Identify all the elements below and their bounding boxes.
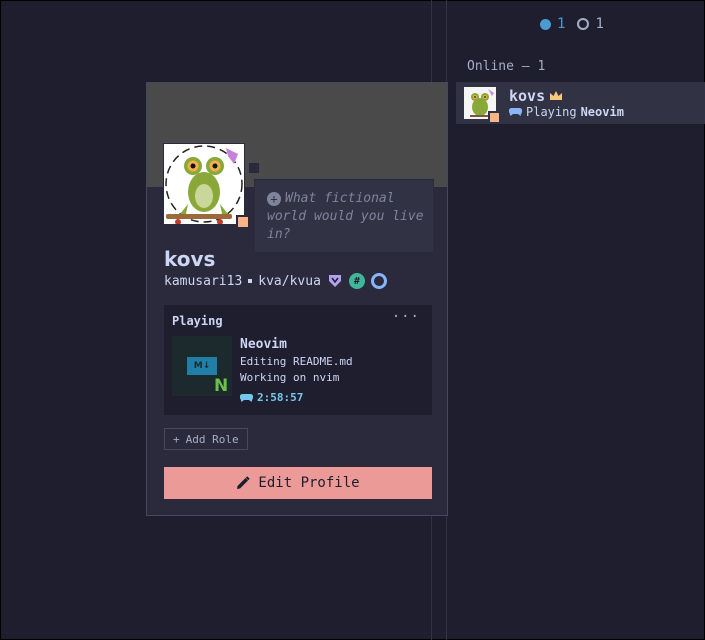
markdown-icon: M↓: [187, 357, 217, 375]
member-list-item[interactable]: kovs Playing Neovim: [456, 82, 705, 124]
activity-details-line: Editing README.md: [240, 355, 353, 368]
username-line: kamusari13 kva/kvua #: [164, 273, 387, 289]
add-role-label: Add Role: [185, 432, 239, 446]
custom-status-placeholder: What fictional world would you live in?: [267, 191, 424, 242]
total-count-value: 1: [595, 16, 604, 32]
gamepad-icon: [509, 107, 522, 116]
pencil-icon: [237, 476, 251, 489]
elapsed-time: 2:58:57: [257, 391, 304, 404]
activity-name: Neovim: [240, 337, 287, 352]
pronouns: kva/kvua: [258, 273, 321, 289]
more-options-icon[interactable]: ···: [392, 309, 420, 325]
custom-status-bubble[interactable]: + What fictional world would you live in?: [254, 179, 434, 253]
neovim-icon: N: [214, 376, 229, 396]
idle-status-indicator: [236, 215, 250, 229]
profile-avatar-frame: [163, 143, 250, 229]
online-count-value: 1: [557, 16, 566, 32]
separator-dot: [248, 279, 253, 283]
edit-profile-label: Edit Profile: [258, 475, 360, 491]
hypesquad-badge-icon[interactable]: [327, 273, 343, 289]
edit-profile-button[interactable]: Edit Profile: [164, 467, 432, 499]
activity-state-line: Working on nvim: [240, 371, 340, 384]
online-dot-icon: [540, 18, 551, 30]
total-count: 1: [577, 16, 604, 32]
add-status-icon: +: [267, 192, 281, 206]
frog-avatar-icon: [164, 144, 244, 224]
custom-status-prompt: + What fictional world would you live in?: [267, 190, 427, 244]
avatar[interactable]: [164, 144, 244, 224]
member-name: kovs: [509, 87, 563, 105]
activity-prefix: Playing: [526, 105, 577, 119]
banner-decoration: [249, 163, 259, 173]
activity-elapsed: 2:58:57: [240, 391, 303, 404]
activity-name: Neovim: [580, 105, 624, 119]
member-activity: Playing Neovim: [509, 105, 624, 119]
hashtag-badge-icon[interactable]: #: [348, 273, 365, 289]
online-count: 1: [540, 16, 565, 32]
plus-icon: +: [173, 432, 180, 446]
activity-details: Editing README.md Working on nvim: [240, 354, 353, 386]
activity-image: M↓ N: [172, 336, 232, 396]
member-counts: 1 1: [540, 16, 604, 32]
member-name-text: kovs: [509, 87, 546, 105]
username[interactable]: kamusari13: [164, 274, 242, 289]
crown-icon: [550, 91, 563, 100]
add-role-button[interactable]: + Add Role: [164, 428, 248, 450]
display-name: kovs: [164, 247, 216, 271]
gamepad-icon: [240, 393, 253, 402]
gear-badge-icon[interactable]: [370, 273, 387, 289]
activity-card: Playing ··· M↓ N Neovim Editing README.m…: [164, 305, 432, 415]
offline-ring-icon: [577, 18, 590, 30]
user-profile-popout: + What fictional world would you live in?…: [146, 82, 448, 516]
idle-status-indicator: [488, 111, 501, 124]
online-section-header: Online — 1: [467, 59, 546, 74]
activity-heading: Playing: [172, 314, 223, 328]
